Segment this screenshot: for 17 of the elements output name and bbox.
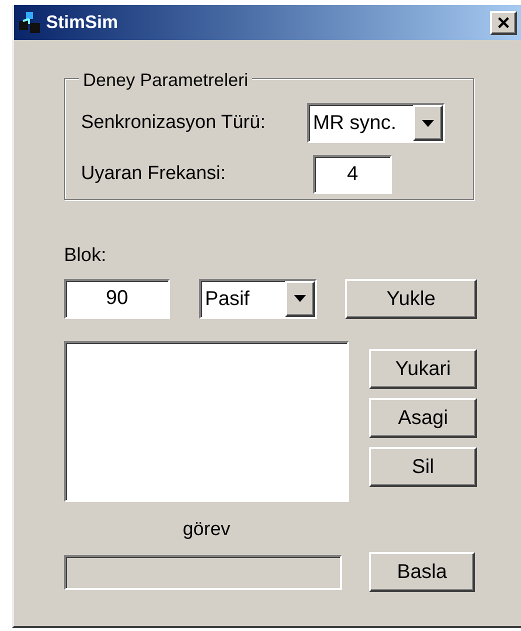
window-title: StimSim xyxy=(46,11,120,34)
action-button[interactable]: Basla xyxy=(369,552,475,592)
field-label: Uyaran Frekansi: xyxy=(81,162,227,186)
close-button[interactable]: × xyxy=(490,10,517,34)
list-box[interactable] xyxy=(64,340,349,502)
mode-dropdown[interactable]: Pasif xyxy=(199,278,317,318)
task-label: görev xyxy=(182,518,232,542)
sync-dropdown[interactable]: MR sync. xyxy=(307,103,445,143)
action-button[interactable]: Yukari xyxy=(369,348,477,388)
action-button[interactable]: Yukle xyxy=(345,278,477,318)
field-label: Senkronizasyon Türü: xyxy=(81,110,266,135)
action-button[interactable]: Asagi xyxy=(369,398,477,438)
app-icon xyxy=(18,10,42,34)
action-button[interactable]: Sil xyxy=(369,446,477,486)
block-label: Blok: xyxy=(64,244,108,268)
frequency-field[interactable]: 4 xyxy=(313,155,392,194)
block-field[interactable]: 90 xyxy=(64,278,170,318)
